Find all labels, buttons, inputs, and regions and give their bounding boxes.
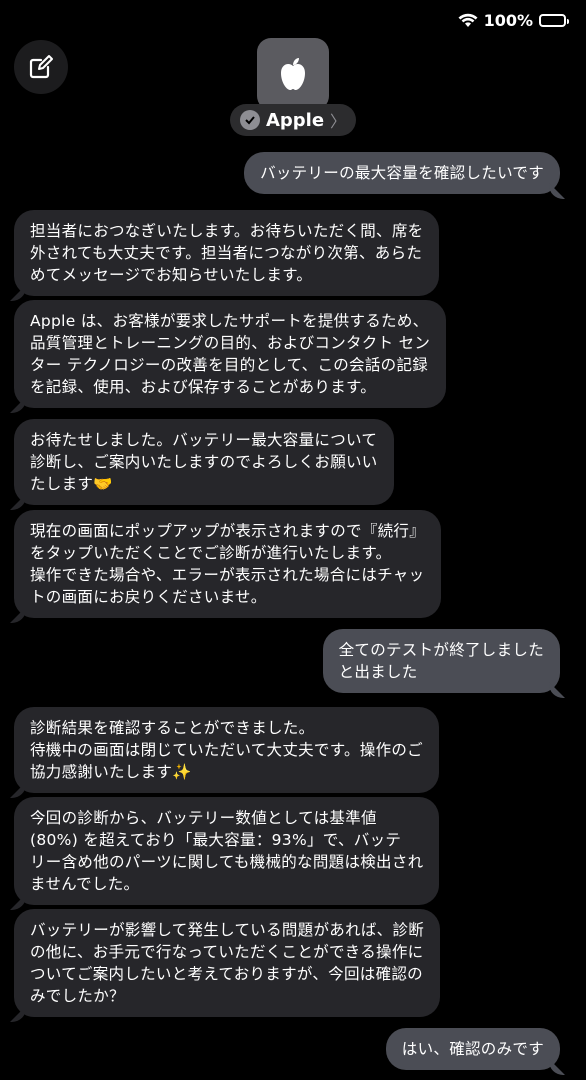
message-bubble-incoming[interactable]: 担当者におつなぎいたします。お待ちいただく間、席を 外されても大丈夫です。担当者…: [14, 210, 440, 296]
battery-icon: [539, 13, 569, 27]
battery-percentage: 100%: [483, 10, 533, 30]
contact-avatar[interactable]: [257, 38, 329, 110]
message-bubble-incoming[interactable]: 診断結果を確認することができました。 待機中の画面は閉じていただいて大丈夫です。…: [14, 707, 439, 793]
contact-name: Apple: [265, 109, 325, 131]
chevron-right-icon: 〉: [330, 112, 347, 131]
message-bubble-incoming[interactable]: Apple は、お客様が要求したサポートを提供するため、 品質管理とトレーニング…: [14, 300, 447, 408]
verified-icon: [239, 110, 260, 130]
message-bubble-outgoing[interactable]: 全てのテストが終了しました と出ました: [322, 629, 560, 693]
message-bubble-incoming[interactable]: バッテリーが影響して発生している問題があれば、診断 の他に、お手元で行なっていた…: [14, 909, 441, 1017]
apple-logo-icon: [281, 58, 305, 90]
message-bubble-outgoing[interactable]: バッテリーの最大容量を確認したいです: [244, 152, 560, 194]
contact-name-button[interactable]: Apple 〉: [229, 104, 357, 136]
message-bubble-incoming[interactable]: 現在の画面にポップアップが表示されますので『続行』 をタップいただくことでご診断…: [14, 510, 442, 618]
conversation-header: Apple 〉: [0, 38, 586, 136]
message-bubble-incoming[interactable]: 今回の診断から、バッテリー数値としては基準値 (80%) を超えており「最大容量…: [14, 797, 440, 905]
message-bubble-incoming[interactable]: お待たせしました。バッテリー最大容量について 診断し、ご案内いたしますのでよろし…: [14, 419, 394, 505]
message-bubble-outgoing[interactable]: はい、確認のみです: [385, 1028, 560, 1070]
status-bar: 100%: [458, 8, 569, 32]
wifi-icon: [458, 13, 478, 28]
